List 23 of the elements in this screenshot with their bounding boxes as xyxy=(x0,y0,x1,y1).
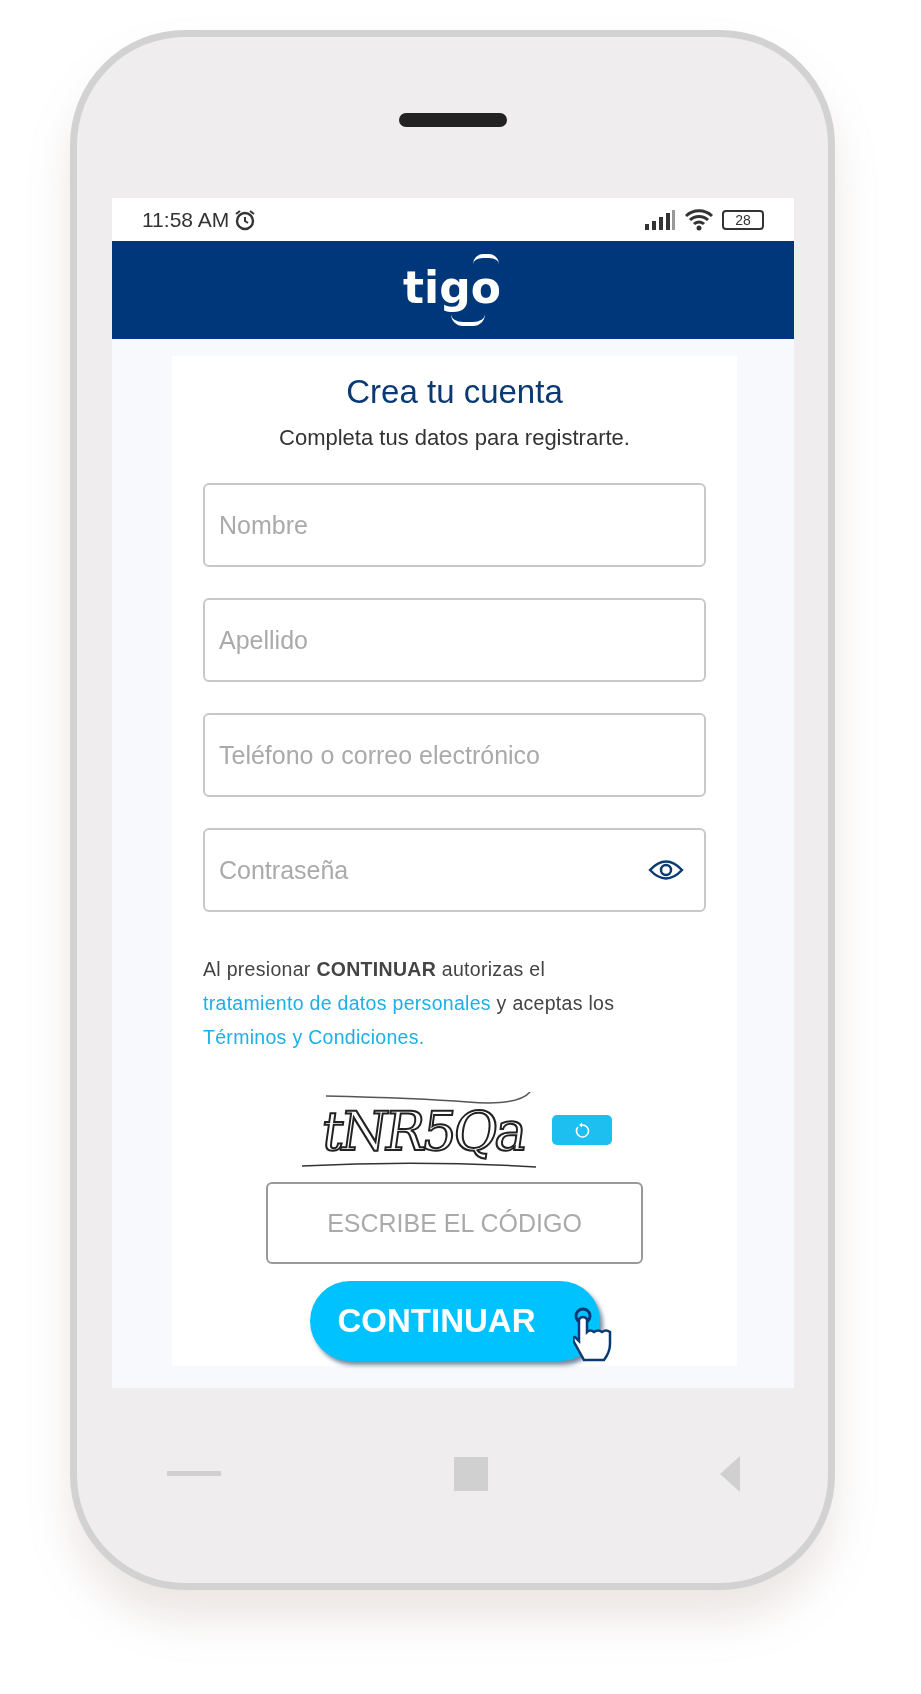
continue-button[interactable]: CONTINUAR xyxy=(309,1281,600,1361)
eye-icon[interactable] xyxy=(648,859,684,881)
captcha-code-field[interactable]: ESCRIBE EL CÓDIGO xyxy=(266,1182,643,1264)
page-title: Crea tu cuenta xyxy=(345,372,564,411)
refresh-icon xyxy=(573,1122,590,1138)
signal-icon xyxy=(644,209,676,230)
input-field[interactable]: Teléfono o correo electrónico xyxy=(203,713,706,797)
menu-icon[interactable] xyxy=(167,1471,221,1477)
battery-indicator: 28 xyxy=(722,209,764,230)
captcha-image: tNR5Qa xyxy=(297,1092,538,1168)
home-icon[interactable] xyxy=(453,1457,488,1491)
brand-logo: tigo xyxy=(401,251,505,329)
privacy-link[interactable]: tratamiento de datos personales xyxy=(203,992,491,1014)
wifi-icon xyxy=(684,207,714,232)
terms-link[interactable]: Términos y Condiciones. xyxy=(203,1026,425,1048)
input-field[interactable]: Nombre xyxy=(203,483,706,567)
clock-time: 11:58 AM xyxy=(142,207,230,232)
back-icon[interactable] xyxy=(720,1456,740,1492)
consent-text: Al presionar CONTINUAR autorizas el tratamiento de datos personales y aceptas los Términos y Condiciones. xyxy=(203,957,616,1050)
page-subtitle: Completa tus datos para registrarte. xyxy=(278,425,631,451)
refresh-captcha-button[interactable] xyxy=(551,1115,612,1145)
password-field[interactable]: Contraseña xyxy=(203,828,706,912)
input-field[interactable]: Apellido xyxy=(203,598,706,682)
